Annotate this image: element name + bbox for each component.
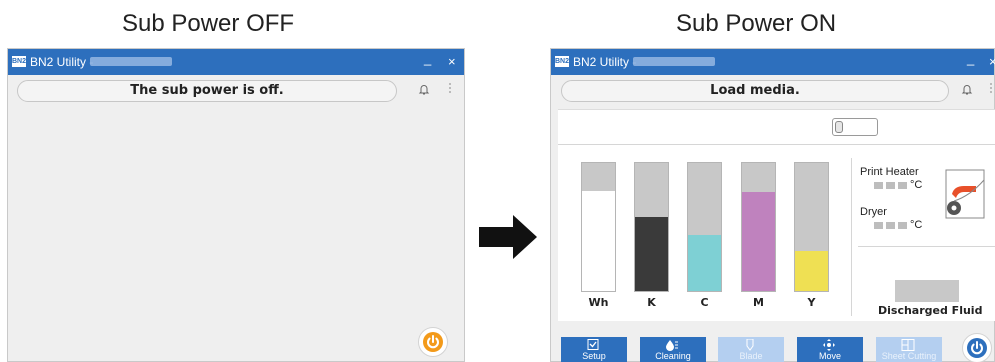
setup-label: Setup: [582, 351, 606, 361]
ink-label-white: Wh: [588, 296, 609, 309]
menu-icon[interactable]: [448, 82, 452, 97]
app-logo: BN2: [555, 56, 570, 67]
blurred-device-name: [633, 57, 715, 66]
move-button[interactable]: Move: [797, 337, 863, 362]
sub-power-button[interactable]: [418, 327, 448, 357]
ink-level-yellow: [794, 162, 829, 292]
app-logo: BN2: [12, 56, 27, 67]
dryer-unit: °C: [910, 219, 923, 231]
discharged-fluid-level: [895, 280, 959, 302]
ink-label-black: K: [647, 296, 656, 309]
menu-icon[interactable]: [989, 82, 993, 97]
blade-icon: [746, 339, 754, 351]
title-bar: BN2 BN2 Utility - _ ×: [551, 49, 995, 75]
sheet-cutting-icon: [901, 339, 915, 351]
dryer-temp: °C: [874, 219, 922, 231]
caption-sub-power-on: Sub Power ON: [676, 10, 837, 37]
setup-icon: [587, 339, 599, 350]
dryer-label: Dryer: [860, 206, 887, 218]
ink-label-cyan: C: [700, 296, 709, 309]
print-heater-label: Print Heater: [860, 166, 919, 178]
divider: [858, 246, 995, 247]
ink-level-cyan: [687, 162, 722, 292]
divider: [851, 158, 852, 316]
ink-label-magenta: M: [753, 296, 764, 309]
move-icon: [823, 339, 835, 351]
minimize-button[interactable]: _: [967, 51, 974, 66]
sub-power-button[interactable]: [962, 333, 992, 362]
transition-arrow-icon: [479, 215, 537, 259]
move-label: Move: [818, 351, 841, 361]
close-button[interactable]: ×: [448, 54, 456, 69]
app-title: BN2 Utility -: [573, 55, 637, 69]
power-icon: [423, 332, 443, 352]
ink-level-magenta: [741, 162, 776, 292]
divider: [558, 144, 995, 145]
utility-window-on: BN2 BN2 Utility - _ × Load media. Wh K C…: [550, 48, 995, 362]
blade-button[interactable]: Blade: [718, 337, 784, 362]
heater-diagram-icon: [945, 169, 985, 219]
close-button[interactable]: ×: [989, 54, 995, 69]
media-roll-icon: [832, 118, 878, 136]
cleaning-button[interactable]: Cleaning: [640, 337, 706, 362]
bell-icon[interactable]: [961, 83, 973, 99]
setup-button[interactable]: Setup: [561, 337, 627, 362]
status-message: Load media.: [561, 80, 949, 102]
ink-label-yellow: Y: [807, 296, 816, 309]
discharged-fluid-label: Discharged Fluid: [878, 304, 983, 317]
status-panel: Wh K C M Y Print Heater °C Dryer °C Disc…: [558, 109, 995, 321]
blurred-device-name: [90, 57, 172, 66]
cleaning-icon: [666, 340, 678, 351]
ink-level-white: [581, 162, 616, 292]
caption-sub-power-off: Sub Power OFF: [122, 10, 295, 37]
print-heater-temp: °C: [874, 179, 922, 191]
minimize-button[interactable]: _: [424, 51, 431, 66]
sheet-cutting-button[interactable]: Sheet Cutting: [876, 337, 942, 362]
title-bar: BN2 BN2 Utility - _ ×: [8, 49, 464, 75]
status-message: The sub power is off.: [17, 80, 397, 102]
sheet-cutting-label: Sheet Cutting: [881, 351, 937, 361]
cleaning-label: Cleaning: [655, 351, 691, 361]
bell-icon[interactable]: [418, 83, 430, 99]
blade-label: Blade: [739, 351, 763, 361]
utility-window-off: BN2 BN2 Utility - _ × The sub power is o…: [7, 48, 465, 362]
app-title: BN2 Utility -: [30, 55, 94, 69]
ink-level-black: [634, 162, 669, 292]
print-heater-unit: °C: [910, 179, 923, 191]
power-icon: [967, 338, 987, 358]
